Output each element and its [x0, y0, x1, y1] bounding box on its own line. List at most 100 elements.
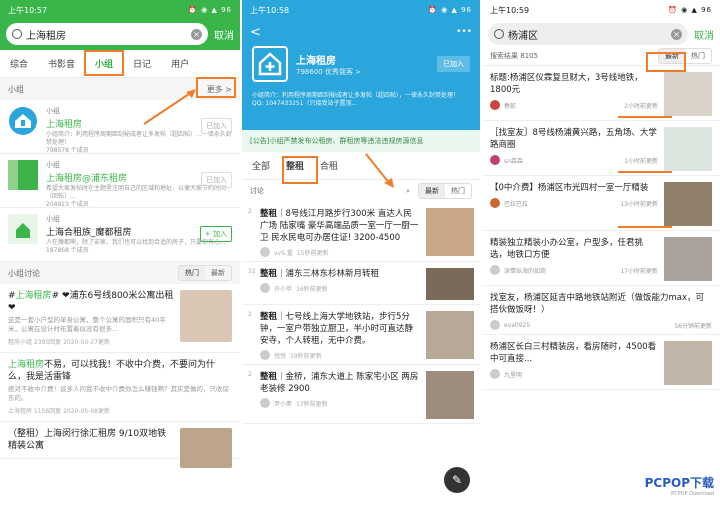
group-avatar: [8, 160, 38, 190]
post-item[interactable]: 2 整租｜8号线江月路步行300米 直达人民广场 陆家嘴 豪华高端品质一室一厅一…: [242, 202, 480, 262]
post-time: 13小时前更新: [620, 200, 658, 208]
sort-hot[interactable]: 热门: [685, 49, 711, 63]
post-title-text: （整租）上海闵行徐汇租房 9/10双地铁 精装公寓: [8, 429, 167, 451]
post-item[interactable]: 标题:杨浦区仪霖复旦财大，3号线地铁，1800元 春蛇 2小时前更新: [482, 66, 720, 121]
post-title: ｜七号线上海大学地铁站，步行5分钟，一室户带独立厨卫，半小时可直达静安寺，个人转…: [260, 312, 414, 346]
post-user[interactable]: 春蛇: [504, 101, 516, 110]
clear-icon[interactable]: ×: [191, 28, 202, 40]
group-item[interactable]: 小组 上海租房 小组简介：利用程序周期距刮秘成者让多发帖（超四帖）...一律永久…: [0, 100, 240, 154]
post-time: 15秒前更新: [296, 249, 329, 257]
status-bar: 上午10:57 ⏰ ◉ ▲ 96: [0, 0, 240, 20]
post-item[interactable]: 【0中介费】杨浦区市光四村一室一厅精装 巴拉巴拉 13小时前更新: [482, 176, 720, 231]
group-desc: 人在魔都啊，除了安家，我们也可以找到合适的房子，只要你有心...: [46, 239, 226, 246]
post-user[interactable]: 巴拉巴拉: [504, 199, 528, 208]
post-meta: 上海租房 1156回复 2020-05-08更新: [8, 408, 110, 415]
post-item[interactable]: 杨浦区长白三村精装房，看房随时，4500看中可直接... 九里明: [482, 335, 720, 390]
groups-header: 小组: [8, 84, 24, 94]
discussion-post[interactable]: （整租）上海闵行徐汇租房 9/10双地铁 精装公寓: [0, 422, 240, 468]
search-input[interactable]: 上海租房 ×: [6, 23, 208, 45]
avatar: [260, 350, 270, 360]
post-title: ｜金桥，浦东大道上 陈家宅小区 两房 老装修 2900: [260, 372, 419, 394]
joined-button[interactable]: 已加入: [201, 172, 232, 188]
more-menu-icon[interactable]: •••: [456, 27, 472, 37]
highlight-box: [196, 77, 236, 98]
join-button[interactable]: + 加入: [199, 226, 232, 242]
post-item[interactable]: 32 整租｜浦东三林东杉林新月转租 许小苹 16秒前更新: [242, 262, 480, 305]
post-user[interactable]: eva0925: [504, 322, 530, 329]
sort-new[interactable]: 最新: [205, 266, 231, 280]
group-item[interactable]: 小组 上海租房@浦东租房 希望大家发帖时在主题里注明自己的区域和地址，以便大家节…: [0, 154, 240, 208]
post-title: 标题:杨浦区仪霖复旦财大，3号线地铁，1800元: [490, 73, 643, 95]
reply-count: 2: [248, 371, 252, 378]
post-title-tag[interactable]: 上海租房: [8, 360, 44, 370]
status-icons: ⏰ ◉ ▲ 96: [668, 6, 712, 14]
sort-hot[interactable]: 热门: [179, 266, 205, 280]
post-item[interactable]: 找室友，杨浦区延吉中路地铁站附近（做饭能力max，可搭伙做饭呀！） eva092…: [482, 286, 720, 335]
post-thumbnail: [664, 341, 712, 385]
post-user[interactable]: 尹小素: [274, 399, 292, 408]
group-detail-screen: 上午10:58 ⏰ ◉ ▲ 96 < ••• 上海租房 798600 优秀我客 …: [242, 0, 480, 505]
group-type: 小组: [46, 215, 60, 223]
post-time: 16秒前更新: [296, 285, 328, 293]
joined-button[interactable]: 已加入: [201, 118, 232, 134]
search-icon[interactable]: ⌕: [406, 187, 410, 196]
post-title: ［找室友］8号线杨浦黄兴路，五角场、大学路商圈: [490, 128, 657, 150]
post-item[interactable]: 精装独立精装小办公室，户型多，任君挑选，地铁口方便 深情似海的如商 17小时前更新: [482, 231, 720, 286]
post-user[interactable]: 悦悦: [274, 351, 286, 360]
search-value: 上海租房: [26, 30, 66, 42]
clear-icon[interactable]: ×: [671, 28, 682, 40]
post-user[interactable]: vvS.重: [274, 248, 293, 257]
result-count: 搜索结果 8105: [490, 51, 539, 60]
avatar: [490, 369, 500, 379]
tab-all[interactable]: 综合: [10, 57, 28, 70]
post-item[interactable]: ［找室友］8号线杨浦黄兴路，五角场、大学路商圈 sn森森 1小时前更新: [482, 121, 720, 176]
notice-banner[interactable]: [公告]小组严禁发布公租房、群租房等违法违规房源信息: [242, 130, 480, 152]
post-snippet: 这是一套小户型的单身公寓，整个公寓的面积只有40平米，公寓在设计时布置着似没有很…: [8, 316, 166, 333]
post-time: 17小时前更新: [620, 267, 658, 275]
post-user[interactable]: 许小苹: [274, 284, 292, 293]
discussion-post[interactable]: 上海租房不易，可以找我！不收中介费，不要问为什么，我是活雷锋 绝对不收中介费！谈…: [0, 353, 240, 422]
sort-hot[interactable]: 热门: [445, 184, 471, 198]
sort-new[interactable]: 最新: [419, 184, 445, 198]
post-user[interactable]: 九里明: [504, 370, 522, 379]
post-title-tag[interactable]: 上海租房: [16, 291, 52, 301]
search-results-screen: 上午10:57 ⏰ ◉ ▲ 96 上海租房 × 取消 综合 书影音 小组 日记 …: [0, 0, 240, 505]
cancel-button[interactable]: 取消: [694, 27, 714, 42]
post-thumbnail: [664, 237, 712, 281]
group-members[interactable]: 798600 优秀我客 >: [296, 67, 361, 77]
post-user[interactable]: 深情似海的如商: [504, 266, 546, 275]
post-title: 【0中介费】杨浦区市光四村一室一厅精装: [490, 183, 649, 193]
post-tag: 整租: [260, 312, 278, 322]
post-user[interactable]: sn森森: [504, 156, 523, 165]
post-thumbnail: [664, 182, 712, 226]
post-title-prefix: #: [8, 291, 16, 301]
joined-button[interactable]: 已加入: [437, 56, 470, 72]
post-thumbnail: [664, 72, 712, 116]
watermark-subtext: PCPOP Download: [671, 491, 714, 497]
compose-button[interactable]: ✎: [444, 467, 470, 493]
discuss-section-header: 小组讨论 热门 最新: [0, 262, 240, 284]
discussion-bar: 讨论 ⌕ 最新 热门: [242, 180, 480, 202]
search-value: 杨浦区: [508, 30, 538, 42]
avatar: [490, 100, 500, 110]
sort-toggle: 热门 最新: [178, 265, 232, 281]
reply-count: 32: [248, 268, 256, 275]
back-icon[interactable]: <: [250, 25, 261, 40]
annotation-arrow: [365, 153, 394, 188]
tab-users[interactable]: 用户: [171, 57, 189, 70]
avatar: [260, 283, 270, 293]
post-item[interactable]: 2 整租｜七号线上海大学地铁站，步行5分钟，一室户带独立厨卫，半小时可直达静安寺…: [242, 305, 480, 365]
group-item[interactable]: 小组 上海合租族_魔都租房 人在魔都啊，除了安家，我们也可以找到合适的房子，只要…: [0, 208, 240, 262]
post-item[interactable]: 2 整租｜金桥，浦东大道上 陈家宅小区 两房 老装修 2900 尹小素 17秒前更…: [242, 365, 480, 424]
discussion-post[interactable]: #上海租房# ❤浦东6号线800米公寓出租 ❤ 这是一套小户型的单身公寓，整个公…: [0, 284, 240, 353]
search-input[interactable]: 杨浦区 ×: [488, 23, 688, 45]
tab-all[interactable]: 全部: [252, 159, 270, 172]
tab-shared-rent[interactable]: 合租: [320, 159, 338, 172]
tab-diary[interactable]: 日记: [133, 57, 151, 70]
reply-count: 2: [248, 208, 252, 215]
post-thumbnail: [426, 268, 474, 300]
post-title: 找室友，杨浦区延吉中路地铁站附近（做饭能力max，可搭伙做饭呀！）: [490, 293, 705, 315]
tab-media[interactable]: 书影音: [48, 57, 75, 70]
cancel-button[interactable]: 取消: [214, 27, 234, 42]
group-header: 上午10:58 ⏰ ◉ ▲ 96 < ••• 上海租房 798600 优秀我客 …: [242, 0, 480, 130]
